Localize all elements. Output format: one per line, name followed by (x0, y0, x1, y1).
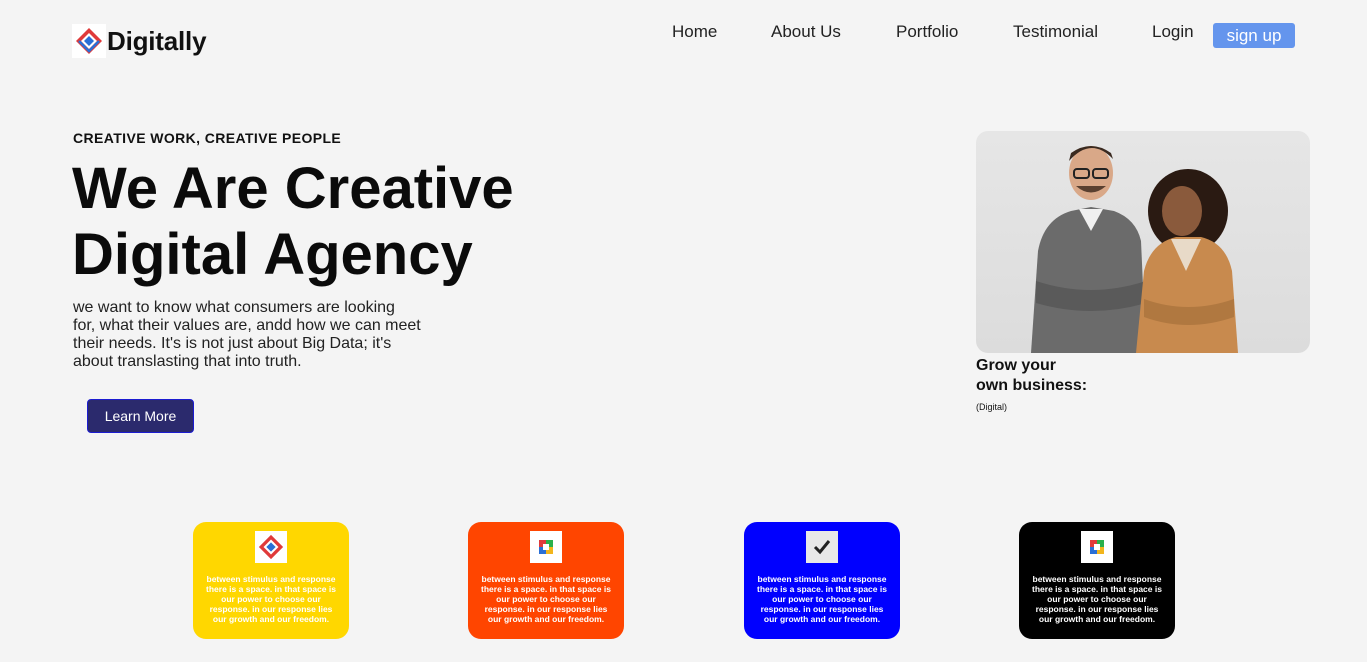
nav-testimonial[interactable]: Testimonial (1013, 22, 1098, 42)
card-text-line: our power to choose our (496, 594, 596, 604)
card-description: between stimulus and response there is a… (752, 574, 892, 624)
nav-portfolio[interactable]: Portfolio (896, 22, 958, 42)
hero-title: We Are Creative Digital Agency (72, 156, 592, 288)
card-description: between stimulus and response there is a… (201, 574, 341, 624)
hero-description: we want to know what consumers are looki… (73, 299, 433, 371)
card-text-line: response. in our response lies (484, 604, 608, 614)
hero-title-line-1: We Are Creative (72, 156, 514, 221)
grow-business-title: Grow your own business: (976, 356, 1087, 396)
main-nav: Home About Us Portfolio Testimonial Logi… (0, 22, 1367, 46)
grow-business-line-2: own business: (976, 377, 1088, 394)
grow-business-subtitle: (Digital) (976, 402, 1008, 412)
card-text-line: response. in our response lies (1035, 604, 1159, 614)
feature-card-orange[interactable]: between stimulus and response there is a… (468, 522, 624, 639)
card-description: between stimulus and response there is a… (1027, 574, 1167, 624)
card-text-line: response. in our response lies (760, 604, 884, 614)
nav-login[interactable]: Login (1152, 22, 1194, 42)
card-text-line: response. in our response lies (209, 604, 333, 614)
business-people-photo (976, 131, 1310, 353)
card-text-line: our growth and our freedom. (1038, 614, 1156, 624)
diamond-logo-icon (255, 531, 287, 563)
card-text-line: our power to choose our (221, 594, 321, 604)
card-text-line: our growth and our freedom. (763, 614, 881, 624)
card-text-line: there is a space. in that space is (757, 584, 887, 594)
card-text-line: there is a space. in that space is (481, 584, 611, 594)
feature-card-blue[interactable]: between stimulus and response there is a… (744, 522, 900, 639)
hero-description-line: we want to know what consumers are looki… (73, 299, 395, 316)
grow-business-line-1: Grow your (976, 357, 1057, 374)
learn-more-button[interactable]: Learn More (87, 399, 194, 433)
card-text-line: our power to choose our (772, 594, 872, 604)
nav-about-us[interactable]: About Us (771, 22, 841, 42)
card-text-line: our growth and our freedom. (487, 614, 605, 624)
color-square-icon (530, 531, 562, 563)
card-text-line: there is a space. in that space is (1032, 584, 1162, 594)
card-text-line: our growth and our freedom. (212, 614, 330, 624)
signup-button[interactable]: sign up (1213, 23, 1295, 48)
hero-description-line: their needs. It's is not just about Big … (73, 335, 392, 352)
card-text-line: our power to choose our (1047, 594, 1147, 604)
card-text-line: between stimulus and response (1032, 574, 1162, 584)
card-text-line: between stimulus and response (206, 574, 336, 584)
nav-home[interactable]: Home (672, 22, 717, 42)
color-square-icon (1081, 531, 1113, 563)
card-text-line: between stimulus and response (757, 574, 887, 584)
hero-description-line: for, what their values are, andd how we … (73, 317, 421, 334)
hero-description-line: about translasting that into truth. (73, 353, 302, 370)
checkmark-icon (806, 531, 838, 563)
feature-card-yellow[interactable]: between stimulus and response there is a… (193, 522, 349, 639)
card-text-line: between stimulus and response (481, 574, 611, 584)
feature-card-black[interactable]: between stimulus and response there is a… (1019, 522, 1175, 639)
hero-eyebrow: CREATIVE WORK, CREATIVE PEOPLE (73, 130, 342, 146)
hero-title-line-2: Digital Agency (72, 222, 473, 287)
card-description: between stimulus and response there is a… (476, 574, 616, 624)
card-text-line: there is a space. in that space is (206, 584, 336, 594)
